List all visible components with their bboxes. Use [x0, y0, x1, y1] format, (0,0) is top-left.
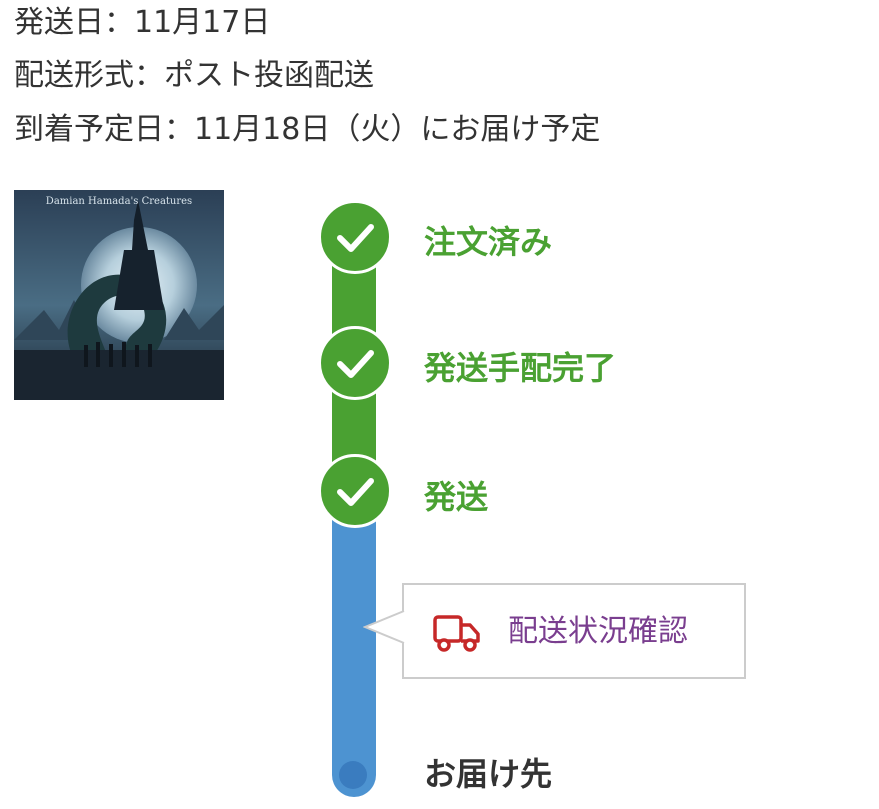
delivery-truck-icon[interactable]: [432, 612, 482, 654]
step-shipping-arranged: 発送手配完了: [424, 349, 617, 387]
step-ordered: 注文済み: [424, 223, 553, 261]
ship-date: 発送日：11月17日: [14, 5, 271, 40]
progress-track-remaining: [332, 505, 376, 797]
check-circle-icon: [318, 326, 392, 400]
shipping-method: 配送形式：ポスト投函配送: [14, 58, 374, 93]
check-circle-icon: [318, 200, 392, 274]
arrival-date: 到着予定日：11月18日（火）にお届け予定: [14, 112, 601, 147]
callout-pointer: [363, 610, 405, 644]
tracking-status-link[interactable]: 配送状況確認: [508, 612, 688, 652]
step-delivery-destination: お届け先: [424, 755, 553, 793]
check-circle-icon: [318, 454, 392, 528]
album-art: Damian Hamada's Creatures: [14, 190, 224, 400]
album-cover-title: Damian Hamada's Creatures: [46, 196, 192, 207]
album-cover-image[interactable]: Damian Hamada's Creatures: [14, 190, 224, 400]
step-shipped: 発送: [424, 478, 489, 516]
destination-marker: [339, 761, 367, 789]
